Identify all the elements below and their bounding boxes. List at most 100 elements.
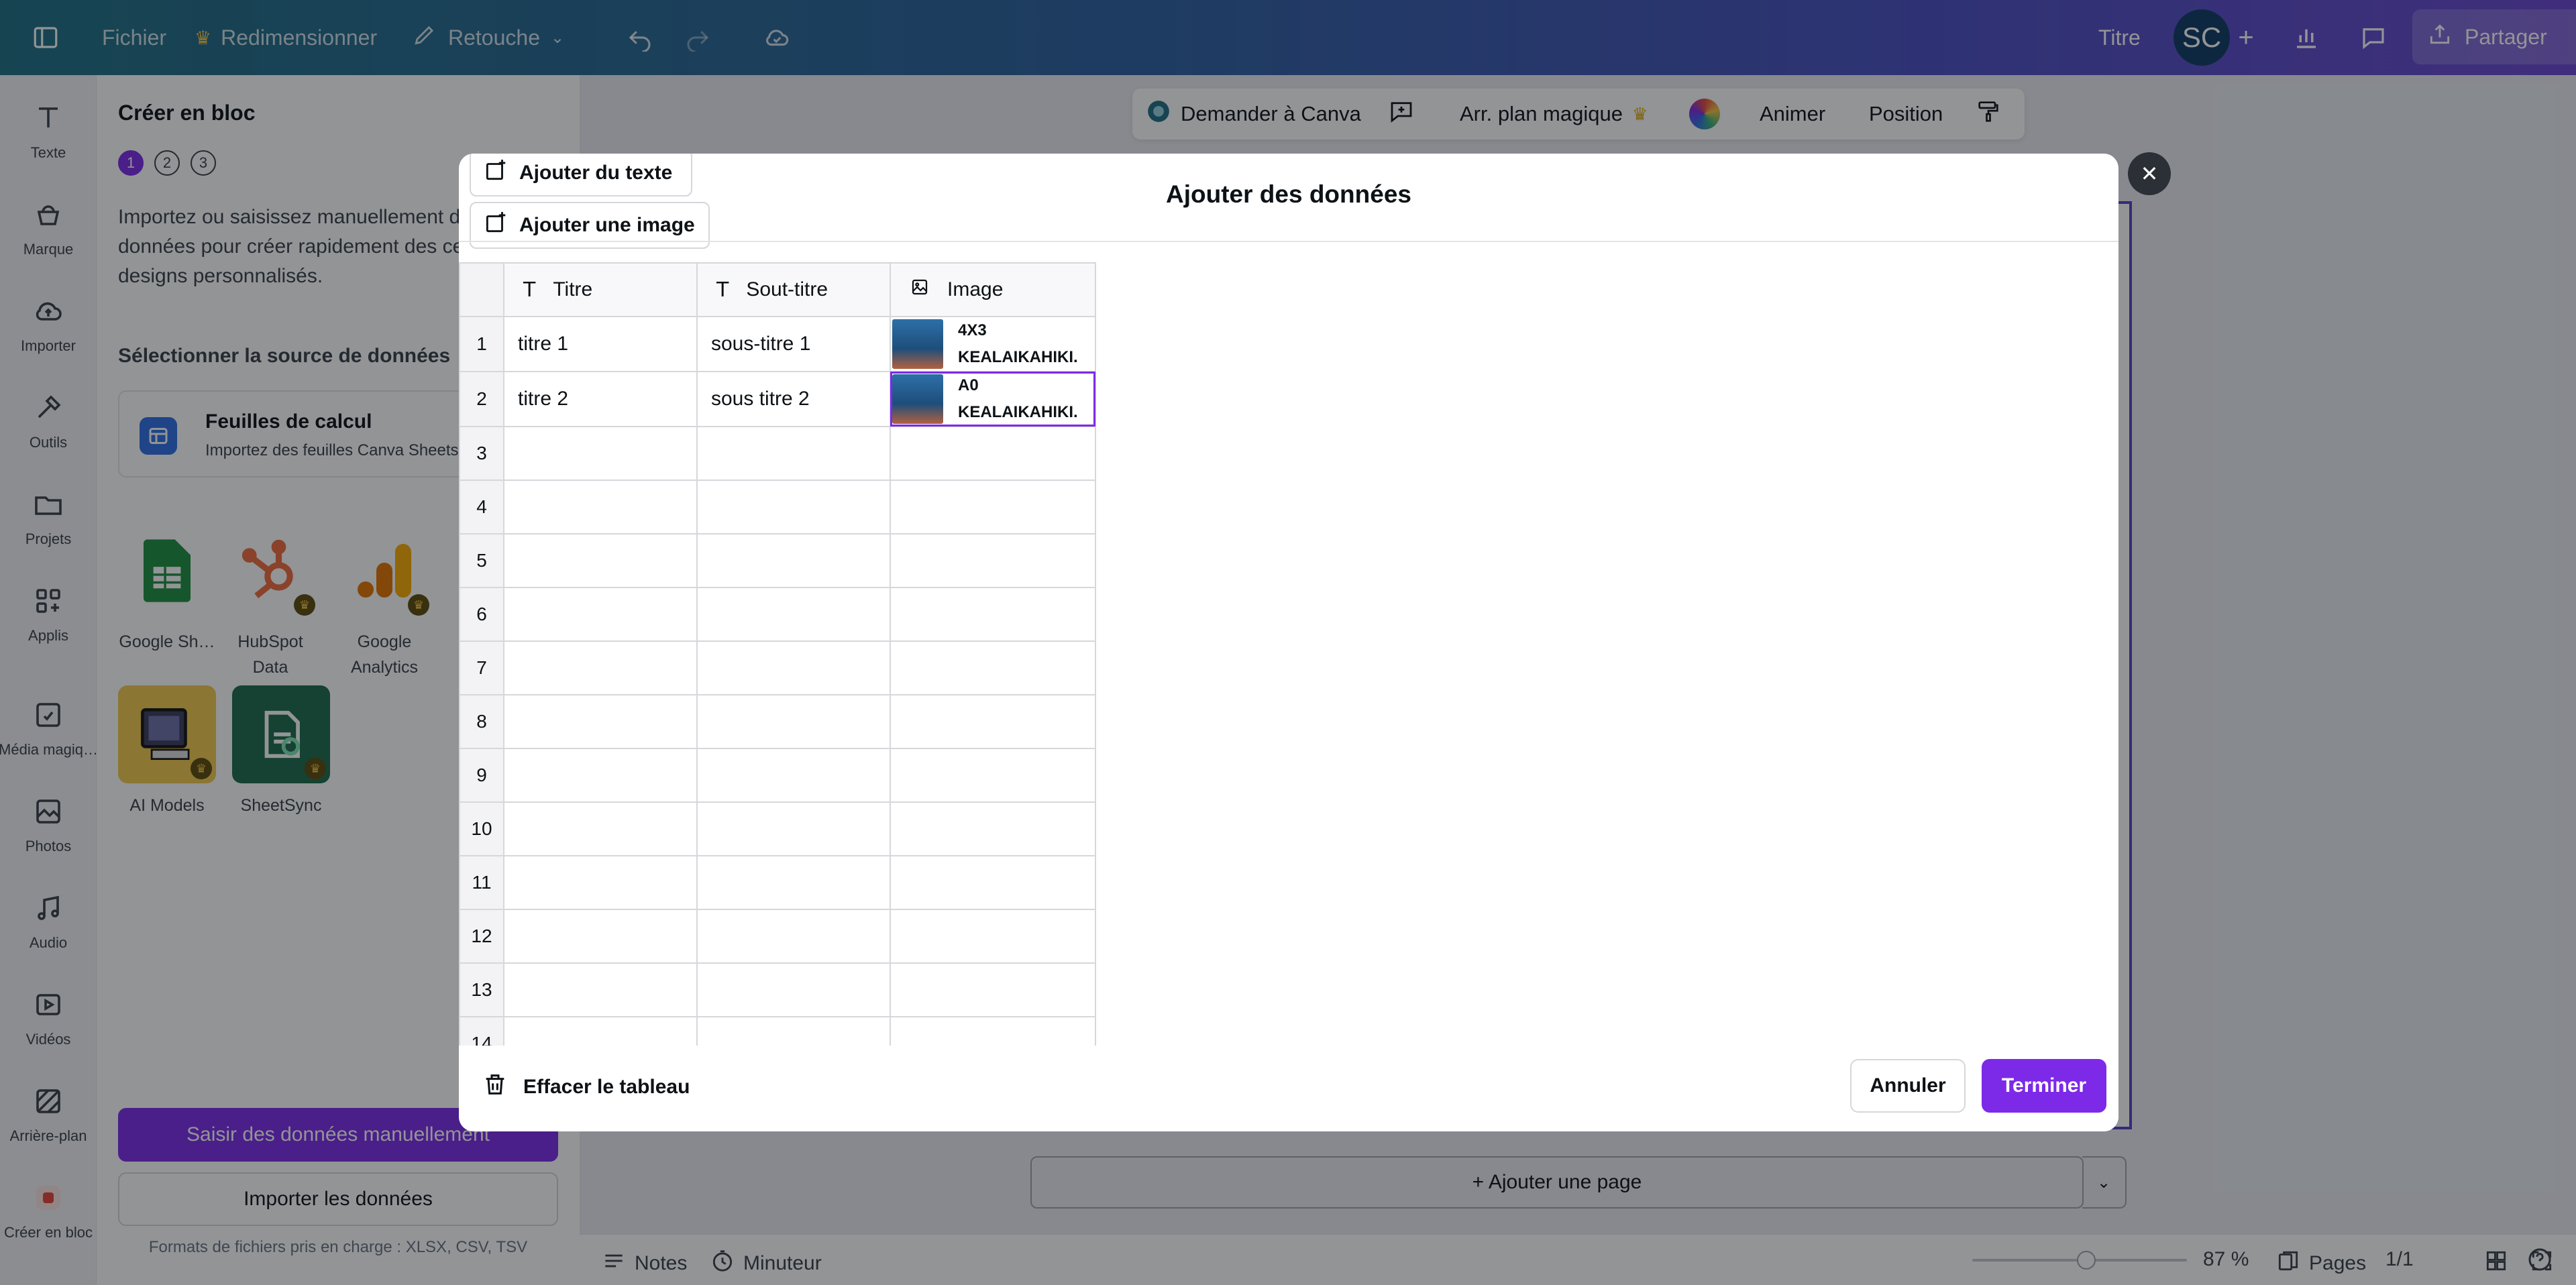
column-label: Image bbox=[947, 278, 1004, 300]
cell-subtitle[interactable] bbox=[696, 640, 891, 695]
row-number: 9 bbox=[459, 748, 504, 803]
cell-subtitle[interactable]: sous-titre 1 bbox=[696, 316, 891, 372]
cell-subtitle[interactable]: sous titre 2 bbox=[696, 371, 891, 427]
image-preview bbox=[892, 319, 943, 369]
cell-image[interactable] bbox=[890, 587, 1096, 642]
cell-title[interactable] bbox=[503, 640, 698, 695]
cell-subtitle[interactable] bbox=[696, 1016, 891, 1046]
cell-image[interactable]: 4X3 KEALAIKAHIKI... bbox=[890, 316, 1096, 372]
table-row: 14 bbox=[459, 1016, 1096, 1046]
image-thumbnail: A0 KEALAIKAHIKI... bbox=[891, 372, 1095, 426]
table-row: 11 bbox=[459, 855, 1096, 910]
cell-subtitle[interactable] bbox=[696, 694, 891, 749]
trash-icon bbox=[482, 1071, 508, 1103]
cell-subtitle[interactable] bbox=[696, 855, 891, 910]
data-grid-container: 𝖳 Titre 𝖳 Sout-titre Image 1 titre 1 sous-ti… bbox=[459, 241, 2118, 1046]
table-row: 8 bbox=[459, 694, 1096, 749]
cell-title[interactable] bbox=[503, 426, 698, 481]
cell-image[interactable] bbox=[890, 533, 1096, 588]
close-icon: ✕ bbox=[2140, 162, 2159, 186]
table-row: 5 bbox=[459, 533, 1096, 588]
table-row: 2 titre 2 sous titre 2 A0 KEALAIKAHIKI... bbox=[459, 371, 1096, 427]
column-label: Sout-titre bbox=[746, 278, 828, 300]
row-number: 3 bbox=[459, 426, 504, 481]
row-number: 7 bbox=[459, 640, 504, 695]
cell-image[interactable] bbox=[890, 426, 1096, 481]
cell-subtitle[interactable] bbox=[696, 587, 891, 642]
row-number: 10 bbox=[459, 801, 504, 856]
table-row: 12 bbox=[459, 909, 1096, 964]
add-image-icon bbox=[483, 210, 508, 241]
image-type-icon bbox=[910, 277, 930, 302]
cell-image[interactable] bbox=[890, 801, 1096, 856]
cell-image[interactable]: A0 KEALAIKAHIKI... bbox=[890, 371, 1096, 427]
cell-image[interactable] bbox=[890, 480, 1096, 535]
row-number: 8 bbox=[459, 694, 504, 749]
cell-title[interactable] bbox=[503, 480, 698, 535]
row-number: 11 bbox=[459, 855, 504, 910]
cell-title[interactable] bbox=[503, 587, 698, 642]
image-filename-line2: KEALAIKAHIKI... bbox=[958, 403, 1079, 421]
row-number: 14 bbox=[459, 1016, 504, 1046]
cell-title[interactable] bbox=[503, 855, 698, 910]
row-number: 2 bbox=[459, 371, 504, 427]
cell-subtitle[interactable] bbox=[696, 480, 891, 535]
table-row: 10 bbox=[459, 801, 1096, 856]
row-number: 6 bbox=[459, 587, 504, 642]
cell-subtitle[interactable] bbox=[696, 748, 891, 803]
add-image-label: Ajouter une image bbox=[519, 214, 695, 236]
cell-image[interactable] bbox=[890, 962, 1096, 1017]
row-number: 4 bbox=[459, 480, 504, 535]
column-header-title[interactable]: 𝖳 Titre bbox=[503, 262, 698, 317]
clear-table-label: Effacer le tableau bbox=[523, 1076, 690, 1098]
cell-title[interactable] bbox=[503, 694, 698, 749]
column-header-image[interactable]: Image bbox=[890, 262, 1096, 317]
cell-subtitle[interactable] bbox=[696, 801, 891, 856]
cancel-button[interactable]: Annuler bbox=[1850, 1059, 1966, 1113]
table-row: 3 bbox=[459, 426, 1096, 481]
done-button[interactable]: Terminer bbox=[1982, 1059, 2106, 1113]
table-row: 4 bbox=[459, 480, 1096, 535]
cell-image[interactable] bbox=[890, 694, 1096, 749]
clear-table-button[interactable]: Effacer le tableau bbox=[482, 1071, 690, 1103]
text-type-icon: 𝖳 bbox=[716, 278, 729, 301]
image-filename-line1: A0 bbox=[958, 376, 979, 394]
cell-subtitle[interactable] bbox=[696, 533, 891, 588]
close-dialog-button[interactable]: ✕ bbox=[2128, 152, 2171, 195]
cell-title[interactable] bbox=[503, 1016, 698, 1046]
column-header-subtitle[interactable]: 𝖳 Sout-titre bbox=[696, 262, 891, 317]
cell-title[interactable] bbox=[503, 909, 698, 964]
table-row: 6 bbox=[459, 587, 1096, 642]
cell-subtitle[interactable] bbox=[696, 909, 891, 964]
cell-subtitle[interactable] bbox=[696, 962, 891, 1017]
dialog-footer: Effacer le tableau Annuler Terminer bbox=[459, 1046, 2118, 1131]
corner-cell bbox=[459, 262, 504, 317]
row-number: 12 bbox=[459, 909, 504, 964]
cell-image[interactable] bbox=[890, 748, 1096, 803]
image-filename-line1: 4X3 bbox=[958, 321, 987, 339]
cell-title[interactable] bbox=[503, 801, 698, 856]
cell-title[interactable] bbox=[503, 748, 698, 803]
add-data-dialog: Ajouter du texte Ajouter une image Ajout… bbox=[459, 154, 2118, 1131]
image-preview bbox=[892, 374, 943, 424]
dialog-title: Ajouter des données bbox=[1166, 180, 1411, 208]
image-thumbnail: 4X3 KEALAIKAHIKI... bbox=[891, 317, 1095, 371]
image-filename: 4X3 KEALAIKAHIKI... bbox=[958, 317, 1079, 371]
cell-title[interactable] bbox=[503, 962, 698, 1017]
cell-image[interactable] bbox=[890, 1016, 1096, 1046]
cell-image[interactable] bbox=[890, 909, 1096, 964]
header-row: 𝖳 Titre 𝖳 Sout-titre Image bbox=[459, 262, 1096, 317]
cell-title[interactable]: titre 2 bbox=[503, 371, 698, 427]
column-label: Titre bbox=[553, 278, 593, 300]
row-number: 5 bbox=[459, 533, 504, 588]
cell-title[interactable]: titre 1 bbox=[503, 316, 698, 372]
image-filename: A0 KEALAIKAHIKI... bbox=[958, 372, 1079, 426]
cell-title[interactable] bbox=[503, 533, 698, 588]
cell-image[interactable] bbox=[890, 640, 1096, 695]
cell-image[interactable] bbox=[890, 855, 1096, 910]
row-number: 1 bbox=[459, 316, 504, 372]
table-row: 7 bbox=[459, 640, 1096, 695]
data-grid: 𝖳 Titre 𝖳 Sout-titre Image 1 titre 1 sous-ti… bbox=[459, 262, 1096, 1046]
image-filename-line2: KEALAIKAHIKI... bbox=[958, 348, 1079, 366]
cell-subtitle[interactable] bbox=[696, 426, 891, 481]
